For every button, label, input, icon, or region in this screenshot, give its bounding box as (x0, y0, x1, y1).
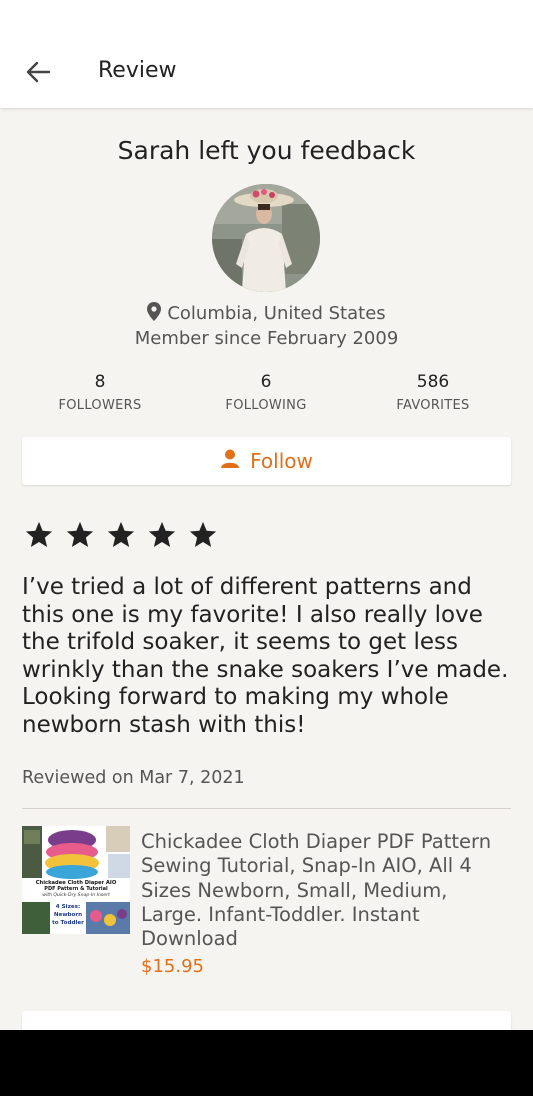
rating-stars (24, 520, 218, 554)
app-bar: Review (0, 0, 533, 108)
stat-value: 6 (260, 372, 272, 392)
stat-value: 586 (416, 372, 450, 392)
review-date: Reviewed on Mar 7, 2021 (22, 768, 245, 788)
stat-label: FOLLOWING (225, 398, 307, 413)
review-text: I’ve tried a lot of different patterns a… (22, 574, 509, 738)
listing-thumbnail[interactable]: Chickadee Cloth Diaper AIO PDF Pattern &… (22, 826, 130, 934)
back-arrow-icon[interactable] (24, 58, 52, 86)
page-title: Review (98, 58, 177, 83)
location: Columbia, United States (0, 302, 533, 326)
stat-followers[interactable]: 8 FOLLOWERS (15, 372, 185, 413)
feedback-headline: Sarah left you feedback (117, 136, 416, 165)
thumb-line6: to Toddler (52, 920, 84, 926)
stat-label: FAVORITES (396, 398, 470, 413)
star-icon (147, 520, 177, 554)
divider (22, 808, 511, 809)
star-icon (188, 520, 218, 554)
thumb-line3: with Quick-Dry Snap-In Insert (42, 892, 110, 898)
person-icon (220, 449, 240, 474)
thumb-line2: PDF Pattern & Tutorial (44, 886, 108, 892)
next-card[interactable] (22, 1011, 511, 1030)
follow-button[interactable]: Follow (22, 437, 511, 485)
review-content: Sarah left you feedback Columbia, United (0, 108, 533, 1030)
location-text: Columbia, United States (167, 303, 386, 324)
avatar[interactable] (212, 184, 320, 292)
star-icon (65, 520, 95, 554)
listing-title[interactable]: Chickadee Cloth Diaper PDF Pattern Sewin… (141, 830, 511, 951)
star-icon (24, 520, 54, 554)
system-navigation-bar (0, 1030, 533, 1096)
follow-label: Follow (250, 449, 313, 473)
star-icon (106, 520, 136, 554)
stat-favorites[interactable]: 586 FAVORITES (348, 372, 518, 413)
thumb-line4: 4 Sizes: (56, 904, 80, 910)
stat-following[interactable]: 6 FOLLOWING (181, 372, 351, 413)
stat-label: FOLLOWERS (58, 398, 142, 413)
location-pin-icon (147, 302, 162, 326)
member-since: Member since February 2009 (134, 328, 399, 349)
thumb-line5: Newborn (54, 912, 82, 918)
listing-price: $15.95 (141, 956, 204, 977)
stat-value: 8 (94, 372, 106, 392)
